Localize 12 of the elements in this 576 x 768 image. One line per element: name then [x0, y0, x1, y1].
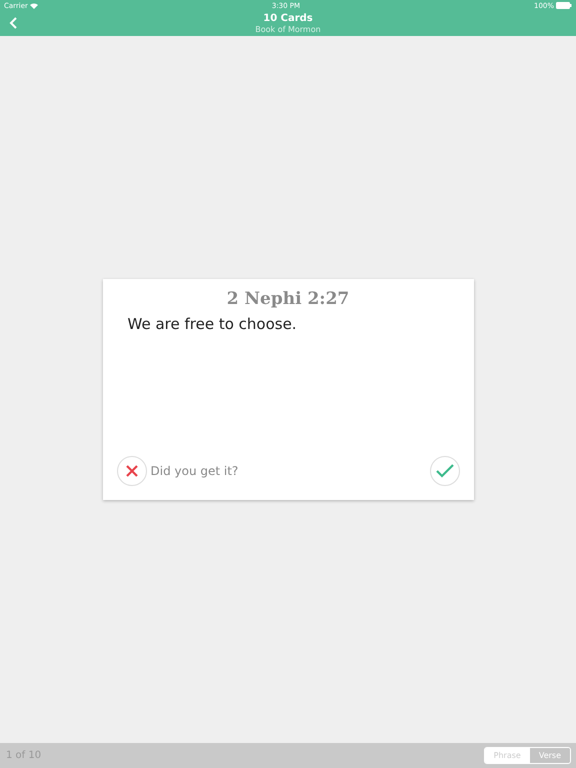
wifi-icon — [30, 2, 38, 8]
card-text: We are free to choose. — [128, 315, 298, 333]
nav-title: 10 Cards — [263, 13, 313, 25]
nav-subtitle: Book of Mormon — [255, 25, 321, 35]
verse-reference: 2 Nephi 2:27 — [226, 289, 350, 309]
mode-tab[interactable]: Verse — [530, 748, 570, 763]
close-icon — [124, 464, 138, 478]
battery-icon — [556, 2, 572, 9]
wrong-button[interactable] — [116, 456, 146, 486]
checkmark-icon — [436, 464, 454, 478]
prompt-text: Did you get it? — [150, 464, 240, 478]
correct-button[interactable] — [430, 456, 460, 486]
